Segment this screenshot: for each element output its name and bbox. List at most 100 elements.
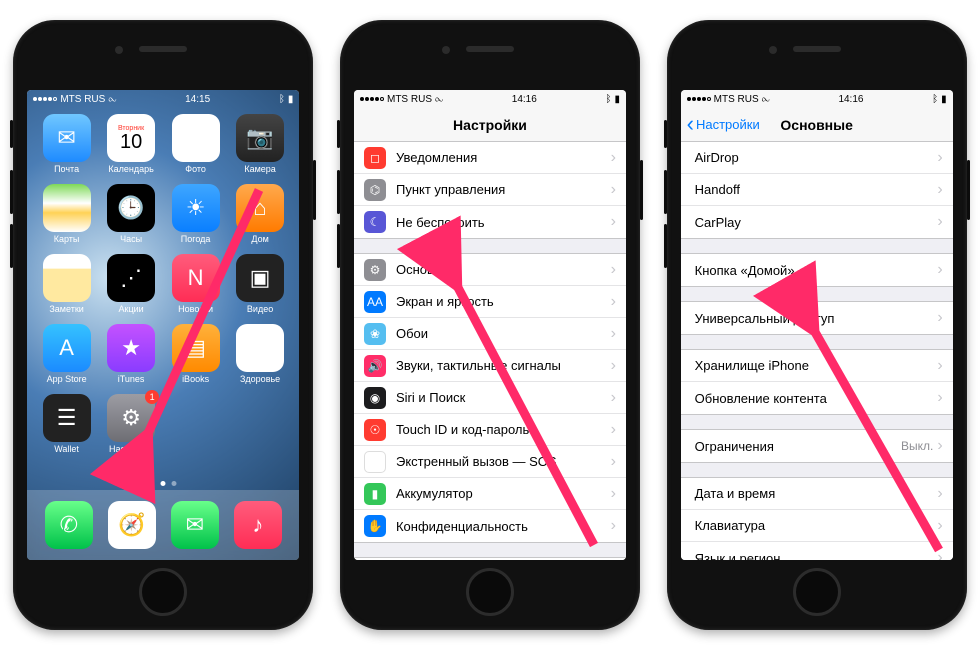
app-icon: N — [172, 254, 220, 302]
app-телефон[interactable]: ✆ — [45, 501, 93, 549]
settings-row[interactable]: ☾Не беспокоить› — [354, 206, 626, 238]
app-почта[interactable]: ✉Почта — [37, 114, 96, 174]
app-ibooks[interactable]: ▤iBooks — [166, 324, 225, 384]
chevron-icon: › — [937, 309, 942, 327]
app-камера[interactable]: 📷Камера — [231, 114, 290, 174]
app-акции[interactable]: ⋰Акции — [102, 254, 161, 314]
app-icon: ✿ — [172, 114, 220, 162]
general-list[interactable]: AirDrop›Handoff›CarPlay›Кнопка «Домой»›У… — [681, 142, 953, 560]
home-button[interactable] — [793, 568, 841, 616]
app-новости[interactable]: NНовости — [166, 254, 225, 314]
general-row[interactable]: Handoff› — [681, 174, 953, 206]
page-indicator[interactable] — [150, 481, 177, 486]
app-label: iBooks — [182, 374, 209, 384]
app-label: Карты — [54, 234, 80, 244]
app-дом[interactable]: ⌂Дом — [231, 184, 290, 244]
app-label: Настройки — [109, 444, 153, 454]
app-музыка[interactable]: ♪ — [234, 501, 282, 549]
home-button[interactable] — [139, 568, 187, 616]
chevron-icon: › — [611, 181, 616, 199]
general-row[interactable]: Дата и время› — [681, 478, 953, 510]
settings-row[interactable]: ✋Конфиденциальность› — [354, 510, 626, 542]
general-row[interactable]: Хранилище iPhone› — [681, 350, 953, 382]
chevron-icon: › — [611, 213, 616, 231]
row-label: AirDrop — [695, 150, 938, 165]
app-app-store[interactable]: AApp Store — [37, 324, 96, 384]
app-видео[interactable]: ▣Видео — [231, 254, 290, 314]
settings-row[interactable]: ⌬Пункт управления› — [354, 174, 626, 206]
app-фото[interactable]: ✿Фото — [166, 114, 225, 174]
row-label: Основные — [396, 262, 611, 277]
settings-row[interactable]: ☉Touch ID и код-пароль› — [354, 414, 626, 446]
row-label: Дата и время — [695, 486, 938, 501]
home-wallpaper: ✉ПочтаВторник10 Календарь ✿Фото📷Камера Карт… — [27, 90, 299, 560]
chevron-icon: › — [937, 485, 942, 503]
app-icon: ▣ — [236, 254, 284, 302]
row-label: Обои — [396, 326, 611, 341]
app-safari[interactable]: 🧭 — [108, 501, 156, 549]
settings-row[interactable]: SOSЭкстренный вызов — SOS› — [354, 446, 626, 478]
app-label: Акции — [119, 304, 144, 314]
app-сообщения[interactable]: ✉ — [171, 501, 219, 549]
app-wallet[interactable]: ☰Wallet — [37, 394, 96, 454]
app-icon: 🧭 — [108, 501, 156, 549]
general-row[interactable]: Язык и регион› — [681, 542, 953, 560]
settings-row[interactable]: ◉Siri и Поиск› — [354, 382, 626, 414]
settings-row[interactable]: ◻Уведомления› — [354, 142, 626, 174]
chevron-icon: › — [611, 261, 616, 279]
app-календарь[interactable]: Вторник10 Календарь — [102, 114, 161, 174]
battery-icon: ▮ — [614, 94, 620, 105]
app-label: Часы — [120, 234, 142, 244]
general-row[interactable]: Универсальный доступ› — [681, 302, 953, 334]
carrier-label: MTS RUS — [714, 94, 759, 105]
general-row[interactable]: Обновление контента› — [681, 382, 953, 414]
bluetooth-icon: ᛒ — [279, 94, 285, 105]
clock-label: 14:15 — [185, 94, 210, 105]
general-row[interactable]: AirDrop› — [681, 142, 953, 174]
settings-row[interactable]: AiTunes Store и App Store› — [354, 558, 626, 560]
signal-icon — [360, 97, 384, 101]
app-label: Календарь — [108, 164, 153, 174]
row-label: Siri и Поиск — [396, 390, 611, 405]
chevron-icon: › — [611, 517, 616, 535]
settings-row[interactable]: ❀Обои› — [354, 318, 626, 350]
row-icon: AA — [364, 291, 386, 313]
chevron-icon: › — [937, 517, 942, 535]
general-row[interactable]: Кнопка «Домой»› — [681, 254, 953, 286]
row-label: Уведомления — [396, 150, 611, 165]
settings-row[interactable]: AAЭкран и яркость› — [354, 286, 626, 318]
home-button[interactable] — [466, 568, 514, 616]
app-карты[interactable]: Карты — [37, 184, 96, 244]
app-icon: Вторник10 — [107, 114, 155, 162]
app-icon — [43, 254, 91, 302]
row-value: Выкл. — [901, 439, 933, 453]
app-здоровье[interactable]: ♥Здоровье — [231, 324, 290, 384]
settings-list[interactable]: ◻Уведомления›⌬Пункт управления›☾Не беспо… — [354, 142, 626, 560]
general-row[interactable]: CarPlay› — [681, 206, 953, 238]
settings-row[interactable]: ⚙ Основные› — [354, 254, 626, 286]
wifi-icon: ⧜ — [108, 94, 116, 105]
app-icon: ★ — [107, 324, 155, 372]
status-bar: MTS RUS ⧜ 14:16 ᛒ▮ — [354, 90, 626, 108]
row-icon: ☉ — [364, 419, 386, 441]
app-icon: ☰ — [43, 394, 91, 442]
app-погода[interactable]: ☀Погода — [166, 184, 225, 244]
app-icon: ✆ — [45, 501, 93, 549]
app-заметки[interactable]: Заметки — [37, 254, 96, 314]
settings-row[interactable]: 🔊Звуки, тактильные сигналы› — [354, 350, 626, 382]
wifi-icon: ⧜ — [435, 94, 443, 105]
row-label: Клавиатура — [695, 518, 938, 533]
general-row[interactable]: Клавиатура› — [681, 510, 953, 542]
app-часы[interactable]: 🕒Часы — [102, 184, 161, 244]
app-itunes[interactable]: ★iTunes — [102, 324, 161, 384]
nav-title: Основные — [780, 117, 853, 133]
general-row[interactable]: ОграниченияВыкл.› — [681, 430, 953, 462]
settings-row[interactable]: ▮Аккумулятор› — [354, 478, 626, 510]
nav-back-button[interactable]: Настройки — [687, 117, 760, 132]
app-label: Погода — [181, 234, 211, 244]
app-настройки[interactable]: ⚙1Настройки — [102, 394, 161, 454]
row-icon: ⚙ — [364, 259, 386, 281]
row-label: Touch ID и код-пароль — [396, 422, 611, 437]
carrier-label: MTS RUS — [387, 94, 432, 105]
row-label: Не беспокоить — [396, 215, 611, 230]
